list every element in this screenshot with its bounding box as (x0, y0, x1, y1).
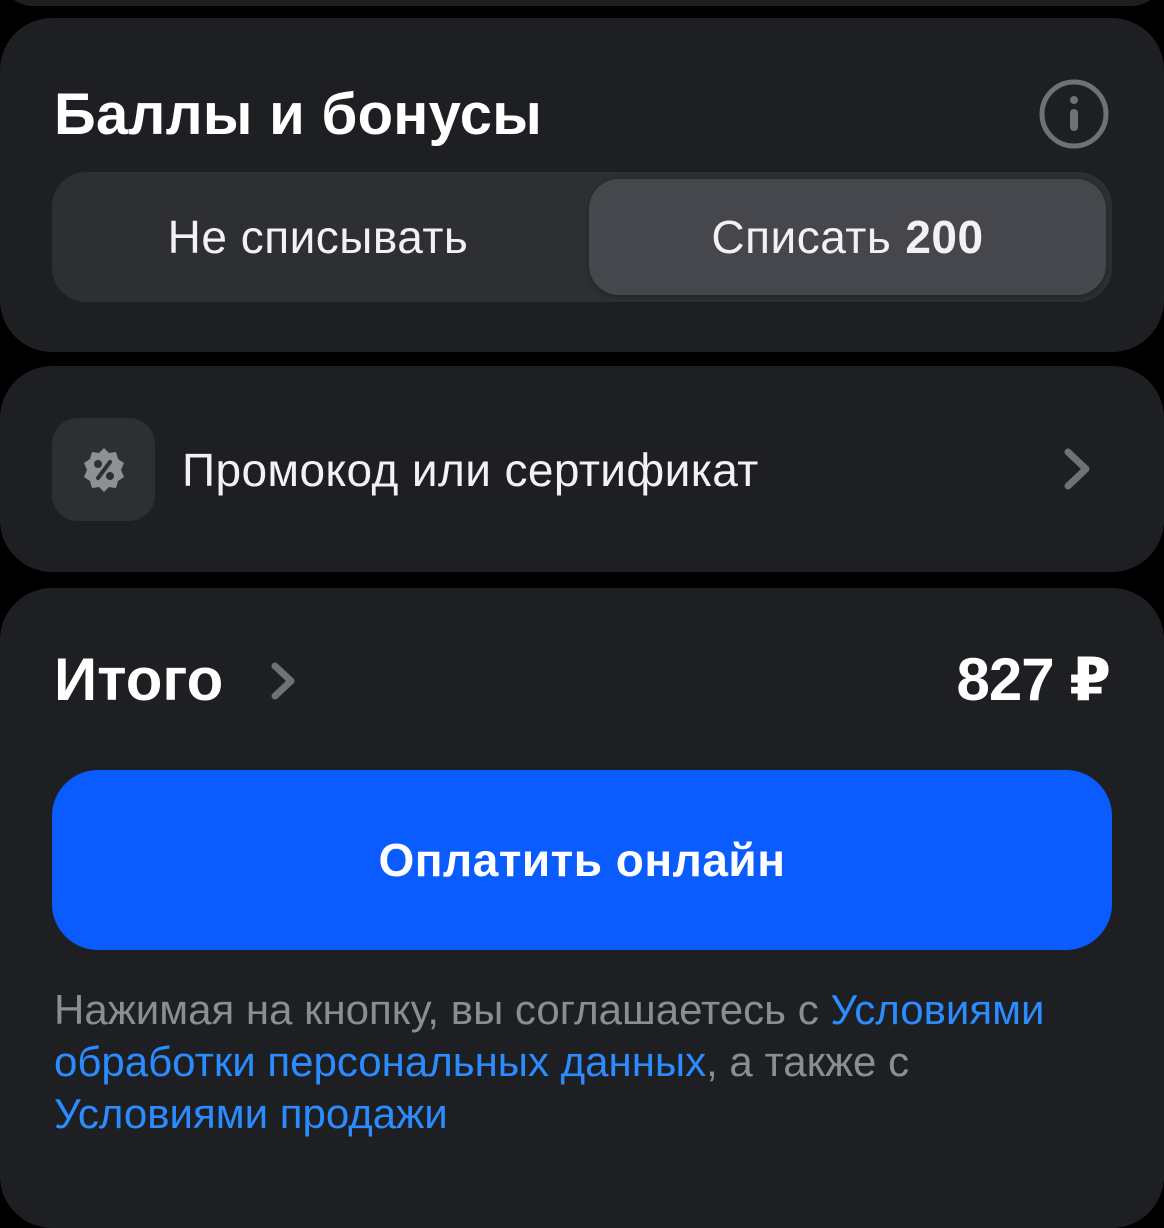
total-card: Итого 827 ₽ Оплатить онлайн Нажимая на к… (0, 588, 1164, 1228)
promo-card: Промокод или сертификат (0, 366, 1164, 572)
promo-code-row[interactable]: Промокод или сертификат (0, 366, 1164, 572)
legal-prefix: Нажимая на кнопку, вы соглашаетесь с (54, 986, 831, 1033)
pay-online-button[interactable]: Оплатить онлайн (52, 770, 1112, 950)
legal-text: Нажимая на кнопку, вы соглашаетесь с Усл… (54, 984, 1114, 1140)
segment-spend-label: Списать (711, 211, 892, 263)
segment-no-spend[interactable]: Не списывать (58, 179, 578, 295)
bonus-segmented-control: Не списывать Списать 200 (52, 172, 1112, 302)
total-label[interactable]: Итого (54, 644, 223, 716)
legal-middle: , а также с (706, 1038, 910, 1085)
promo-label: Промокод или сертификат (182, 444, 759, 496)
segment-spend-amount: 200 (905, 211, 984, 263)
segment-no-spend-label: Не списывать (167, 211, 469, 263)
previous-card-edge (0, 0, 1164, 6)
sale-terms-link[interactable]: Условиями продажи (54, 1090, 448, 1137)
info-icon[interactable] (1038, 78, 1110, 150)
segment-spend[interactable]: Списать 200 (589, 179, 1106, 295)
total-amount: 827 ₽ (956, 646, 1111, 713)
chevron-right-icon (1064, 448, 1090, 490)
chevron-right-icon[interactable] (266, 658, 300, 704)
bonus-card: Баллы и бонусы Не списывать Списать 200 (0, 18, 1164, 352)
promo-icon-container (52, 418, 155, 521)
percent-badge-icon (83, 447, 124, 492)
bonus-title: Баллы и бонусы (54, 82, 543, 147)
